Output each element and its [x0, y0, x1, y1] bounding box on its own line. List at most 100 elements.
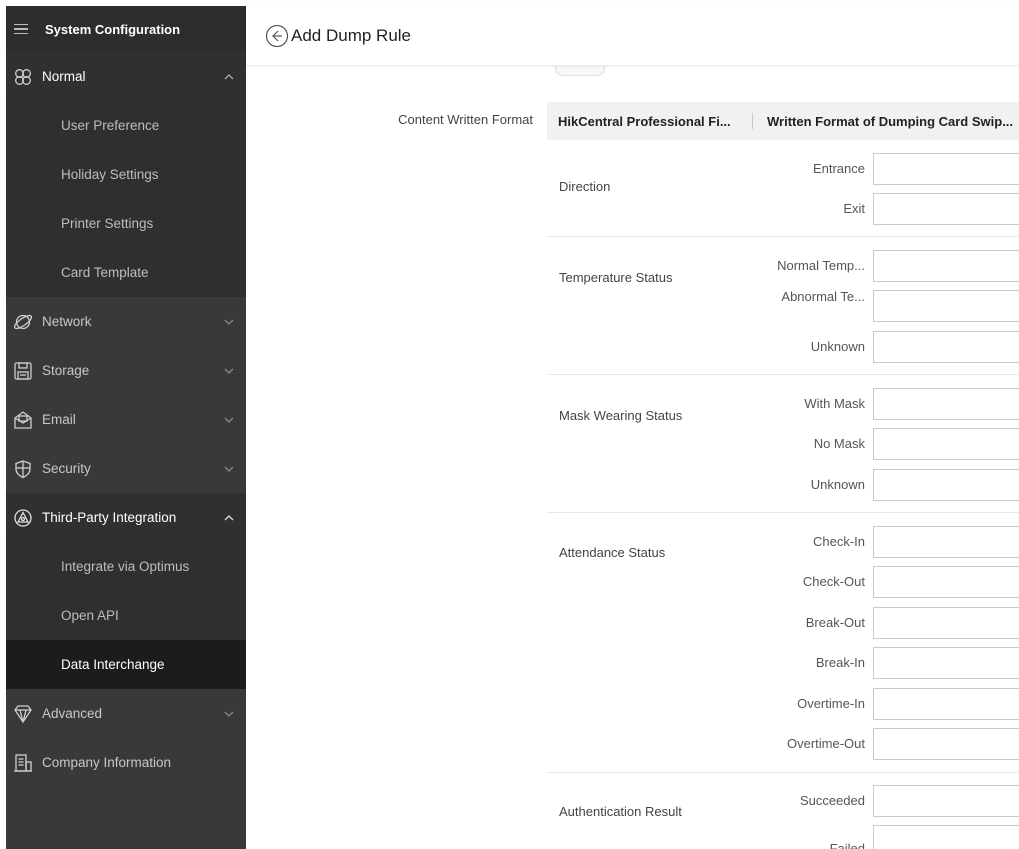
- table-row: Entrance: [547, 153, 1019, 185]
- group-direction: Direction Entrance Exit: [547, 140, 1019, 237]
- sidebar-item-printer-settings[interactable]: Printer Settings: [6, 199, 246, 248]
- normal-temperature-input[interactable]: [873, 250, 1019, 282]
- group-temperature-status: Temperature Status Normal Temp... Abnorm…: [547, 237, 1019, 375]
- break-out-input[interactable]: [873, 607, 1019, 639]
- sidebar-item-card-template[interactable]: Card Template: [6, 248, 246, 297]
- sidebar-group-company-information[interactable]: Company Information: [6, 738, 246, 787]
- row-label-with-mask: With Mask: [804, 396, 865, 411]
- row-label-mask-unknown: Unknown: [810, 477, 865, 492]
- check-out-input[interactable]: [873, 566, 1019, 598]
- table-row: Unknown: [547, 331, 1019, 363]
- succeeded-input[interactable]: [873, 785, 1019, 817]
- chevron-down-icon: [222, 315, 236, 329]
- chevron-up-icon: [222, 70, 236, 84]
- break-in-input[interactable]: [873, 647, 1019, 679]
- triangle-circle-icon: [12, 507, 34, 529]
- planet-icon: [12, 311, 34, 333]
- format-table-header: HikCentral Professional Fi... Written Fo…: [547, 102, 1019, 140]
- row-label-exit: Exit: [843, 201, 865, 216]
- table-row: Break-Out: [547, 607, 1019, 639]
- table-row: Abnormal Te...: [547, 289, 1019, 322]
- row-label-break-in: Break-In: [815, 655, 865, 670]
- building-icon: [12, 752, 34, 774]
- clover-icon: [12, 66, 34, 88]
- page-header: Add Dump Rule: [246, 6, 1019, 66]
- main-content: Add Dump Rule Content Written Format Hik…: [246, 6, 1019, 849]
- sidebar-group-label: Email: [42, 412, 76, 427]
- page-title: Add Dump Rule: [291, 25, 412, 45]
- row-label-check-out: Check-Out: [802, 574, 865, 589]
- table-row: Unknown: [547, 469, 1019, 501]
- sidebar-group-storage[interactable]: Storage: [6, 346, 246, 395]
- sidebar-group-network[interactable]: Network: [6, 297, 246, 346]
- sidebar-group-security[interactable]: Security: [6, 444, 246, 493]
- back-arrow-icon[interactable]: [265, 24, 289, 48]
- row-label-succeeded: Succeeded: [799, 793, 865, 808]
- check-in-input[interactable]: [873, 526, 1019, 558]
- sidebar-group-label: Storage: [42, 363, 90, 378]
- diamond-icon: [12, 703, 34, 725]
- hamburger-icon[interactable]: [14, 23, 28, 35]
- exit-input[interactable]: [873, 193, 1019, 225]
- sidebar-group-label: Security: [42, 461, 91, 476]
- chevron-up-icon: [222, 511, 236, 525]
- sidebar-group-normal[interactable]: Normal: [6, 52, 246, 101]
- envelope-icon: [12, 409, 34, 431]
- shield-icon: [12, 458, 34, 480]
- sidebar: System Configuration Normal User Prefere…: [6, 6, 246, 849]
- row-label-failed: Failed: [829, 841, 865, 849]
- table-header-written-format: Written Format of Dumping Card Swip...: [767, 113, 1014, 129]
- chevron-down-icon: [222, 413, 236, 427]
- chevron-down-icon: [222, 707, 236, 721]
- table-row: Check-In: [547, 526, 1019, 558]
- row-label-no-mask: No Mask: [813, 436, 865, 451]
- entrance-input[interactable]: [873, 153, 1019, 185]
- sidebar-group-label: Third-Party Integration: [42, 510, 177, 525]
- group-attendance-status: Attendance Status Check-In Check-Out Bre…: [547, 513, 1019, 773]
- temperature-unknown-input[interactable]: [873, 331, 1019, 363]
- sidebar-group-label: Normal: [42, 69, 86, 84]
- row-label-overtime-in: Overtime-In: [797, 696, 865, 711]
- row-label-abnormal-temperature: Abnormal Te...: [781, 289, 865, 304]
- table-row: Break-In: [547, 647, 1019, 679]
- table-row: Overtime-Out: [547, 728, 1019, 760]
- content-written-format-label: Content Written Format: [398, 112, 533, 127]
- table-row: Exit: [547, 193, 1019, 225]
- table-row: With Mask: [547, 388, 1019, 420]
- with-mask-input[interactable]: [873, 388, 1019, 420]
- sidebar-item-open-api[interactable]: Open API: [6, 591, 246, 640]
- no-mask-input[interactable]: [873, 428, 1019, 460]
- sidebar-group-label: Company Information: [42, 755, 172, 770]
- overtime-in-input[interactable]: [873, 688, 1019, 720]
- row-label-temperature-unknown: Unknown: [810, 339, 865, 354]
- sidebar-group-third-party-integration[interactable]: Third-Party Integration: [6, 493, 246, 542]
- failed-input[interactable]: [873, 825, 1019, 849]
- table-row: Check-Out: [547, 566, 1019, 598]
- row-label-break-out: Break-Out: [805, 615, 865, 630]
- sidebar-item-user-preference[interactable]: User Preference: [6, 101, 246, 150]
- sidebar-group-advanced[interactable]: Advanced: [6, 689, 246, 738]
- sidebar-header: System Configuration: [6, 6, 246, 52]
- sidebar-title: System Configuration: [45, 21, 181, 37]
- mask-unknown-input[interactable]: [873, 469, 1019, 501]
- sidebar-item-data-interchange[interactable]: Data Interchange: [6, 640, 246, 689]
- chevron-down-icon: [222, 364, 236, 378]
- abnormal-temperature-input[interactable]: [873, 290, 1019, 322]
- table-header-hikcentral-field: HikCentral Professional Fi...: [558, 113, 731, 129]
- sidebar-group-label: Network: [42, 314, 92, 329]
- row-label-normal-temperature: Normal Temp...: [777, 258, 865, 273]
- table-row: Failed: [547, 825, 1019, 849]
- table-row: Succeeded: [547, 785, 1019, 817]
- table-row: Normal Temp...: [547, 250, 1019, 282]
- overtime-out-input[interactable]: [873, 728, 1019, 760]
- sidebar-item-integrate-via-optimus[interactable]: Integrate via Optimus: [6, 542, 246, 591]
- sidebar-group-email[interactable]: Email: [6, 395, 246, 444]
- table-row: Overtime-In: [547, 688, 1019, 720]
- chevron-down-icon: [222, 462, 236, 476]
- row-label-check-in: Check-In: [812, 534, 865, 549]
- row-label-entrance: Entrance: [812, 161, 865, 176]
- sidebar-item-holiday-settings[interactable]: Holiday Settings: [6, 150, 246, 199]
- group-mask-wearing-status: Mask Wearing Status With Mask No Mask Un…: [547, 375, 1019, 513]
- row-label-overtime-out: Overtime-Out: [786, 736, 865, 751]
- table-row: No Mask: [547, 428, 1019, 460]
